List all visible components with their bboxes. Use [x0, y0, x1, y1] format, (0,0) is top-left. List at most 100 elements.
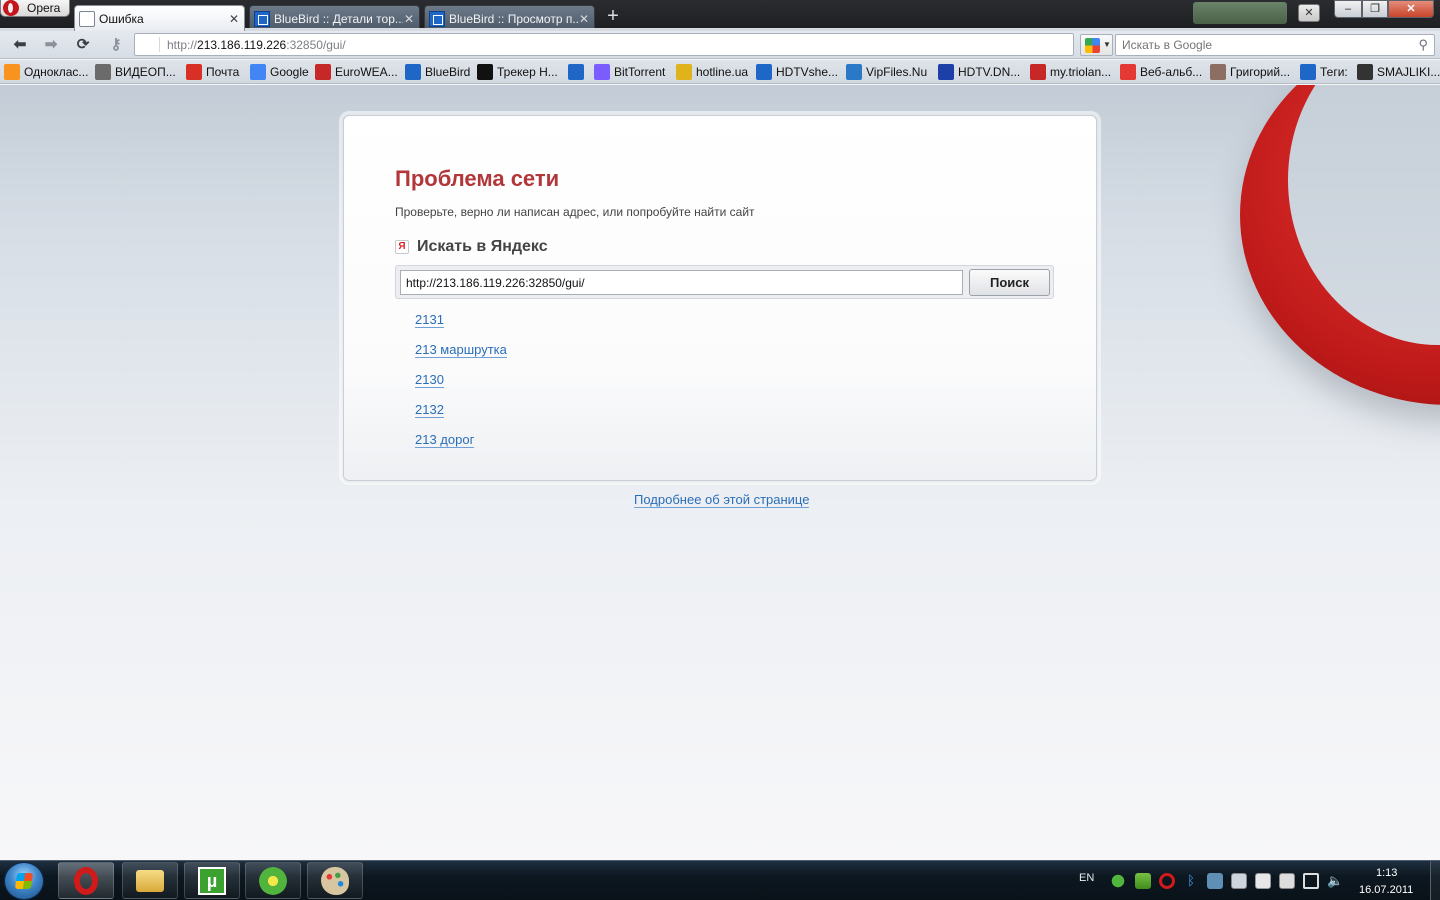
- taskbar-icq-button[interactable]: [245, 862, 301, 899]
- bookmark-item[interactable]: Google: [250, 64, 309, 80]
- bookmark-item[interactable]: hotline.ua: [676, 64, 748, 80]
- bookmark-item[interactable]: [568, 64, 588, 80]
- maximize-button[interactable]: ❐: [1362, 0, 1388, 18]
- icq-tray-icon[interactable]: [1110, 873, 1126, 889]
- tab-close-icon[interactable]: ✕: [228, 12, 240, 26]
- taskbar-explorer-button[interactable]: [122, 862, 178, 899]
- opera-tray-icon[interactable]: [1159, 873, 1175, 889]
- address-bar[interactable]: http://213.186.119.226:32850/gui/: [134, 33, 1074, 56]
- search-engine-selector[interactable]: ▼: [1080, 34, 1113, 56]
- opera-icon: [74, 866, 98, 895]
- picasa-icon: [1120, 64, 1136, 80]
- bookmark-item[interactable]: Григорий...: [1210, 64, 1290, 80]
- tab-close-icon[interactable]: ✕: [578, 12, 590, 26]
- site-info-icon[interactable]: [138, 37, 160, 52]
- tab-bluebird-view[interactable]: BlueBird :: Просмотр п... ✕: [424, 5, 595, 31]
- key-icon[interactable]: ⚷: [106, 36, 126, 54]
- bookmark-item[interactable]: SMAJLIKI....: [1357, 64, 1440, 80]
- bluetooth-icon[interactable]: ᛒ: [1183, 873, 1199, 889]
- tab-error[interactable]: Ошибка ✕: [74, 5, 245, 31]
- suggestion-list: 2131 213 маршрутка 2130 2132 213 дорог: [415, 312, 507, 462]
- bookmark-label: SMAJLIKI....: [1377, 65, 1440, 79]
- list-item: 2132: [415, 402, 507, 432]
- bookmark-item[interactable]: BlueBird: [405, 64, 470, 80]
- flag-icon[interactable]: [1255, 873, 1271, 889]
- bookmark-label: HDTV.DN...: [958, 65, 1021, 79]
- yandex-search-input[interactable]: [400, 270, 963, 295]
- clock-date[interactable]: 16.07.2011: [1359, 884, 1413, 896]
- language-indicator[interactable]: EN: [1079, 872, 1094, 884]
- bookmark-item[interactable]: HDTV.DN...: [938, 64, 1020, 80]
- page-icon: [79, 10, 95, 27]
- bookmark-item[interactable]: BitTorrent: [594, 64, 665, 80]
- tab-close-icon[interactable]: ✕: [403, 12, 415, 26]
- smile-icon: [1357, 64, 1373, 80]
- tab-label: BlueBird :: Детали тор...: [274, 11, 403, 26]
- hd-icon: [938, 64, 954, 80]
- opera-menu-label: Opera: [27, 1, 61, 15]
- suggestion-link[interactable]: 2132: [415, 402, 444, 418]
- bookmark-label: ВИДЕОП...: [115, 65, 176, 79]
- more-info-link[interactable]: Подробнее об этой странице: [634, 492, 810, 508]
- taskbar-opera-button[interactable]: [58, 862, 114, 899]
- volume-icon[interactable]: 🔈: [1327, 873, 1343, 889]
- search-input[interactable]: [1122, 35, 1402, 55]
- bookmark-item[interactable]: VipFiles.Nu: [846, 64, 927, 80]
- device-icon[interactable]: [1279, 873, 1295, 889]
- triolan-icon: [1030, 64, 1046, 80]
- opera-background-logo: [1240, 85, 1440, 405]
- show-desktop-button[interactable]: [1430, 861, 1440, 900]
- hotline-icon: [676, 64, 692, 80]
- security-tray-icon[interactable]: [1135, 873, 1151, 889]
- bookmark-item[interactable]: Веб-альб...: [1120, 64, 1202, 80]
- error-description: Проверьте, верно ли написан адрес, или п…: [395, 205, 755, 219]
- back-arrow-icon[interactable]: ⬅: [10, 36, 30, 54]
- suggestion-link[interactable]: 213 маршрутка: [415, 342, 507, 358]
- start-button[interactable]: [4, 862, 44, 900]
- search-box[interactable]: ⚲: [1115, 34, 1435, 56]
- opera-menu-button[interactable]: Opera: [0, 0, 70, 17]
- trash-icon[interactable]: ✕: [1298, 4, 1320, 22]
- bluebird-icon: [756, 64, 772, 80]
- close-button[interactable]: ✕: [1388, 0, 1434, 18]
- suggestion-link[interactable]: 213 дорог: [415, 432, 475, 448]
- taskbar-paint-button[interactable]: [307, 862, 363, 899]
- bluebird-icon: [429, 10, 445, 27]
- suggestion-link[interactable]: 2131: [415, 312, 444, 328]
- speed-dial-thumbnail[interactable]: [1193, 2, 1287, 24]
- bookmark-item[interactable]: my.triolan...: [1030, 64, 1111, 80]
- tab-bluebird-details[interactable]: BlueBird :: Детали тор... ✕: [249, 5, 420, 31]
- network-off-icon[interactable]: [1231, 873, 1247, 889]
- bookmark-item[interactable]: Одноклас...: [4, 64, 88, 80]
- clock-time[interactable]: 1:13: [1376, 867, 1397, 879]
- bluebird-icon: [1300, 64, 1316, 80]
- reload-icon[interactable]: ⟳: [73, 36, 93, 54]
- driver-tray-icon[interactable]: [1207, 873, 1223, 889]
- bookmark-label: Григорий...: [1230, 65, 1291, 79]
- opera-logo-icon: [3, 0, 19, 16]
- bookmark-label: Веб-альб...: [1140, 65, 1203, 79]
- bookmark-item[interactable]: Теги:: [1300, 64, 1348, 80]
- chevron-down-icon: ▼: [1103, 40, 1111, 49]
- bookmark-item[interactable]: HDTVshe...: [756, 64, 838, 80]
- monitor-icon[interactable]: [1303, 873, 1319, 889]
- bookmark-item[interactable]: ВИДЕОП...: [95, 64, 176, 80]
- tab-bar: Opera Ошибка ✕ BlueBird :: Детали тор...…: [0, 0, 1440, 31]
- bluebird-icon: [254, 10, 270, 27]
- bookmark-label: HDTVshe...: [776, 65, 839, 79]
- bookmark-item[interactable]: EuroWEA...: [315, 64, 398, 80]
- search-icon[interactable]: ⚲: [1418, 37, 1428, 53]
- forward-arrow-icon[interactable]: ➡: [41, 36, 61, 54]
- search-button[interactable]: Поиск: [969, 269, 1050, 296]
- suggestion-link[interactable]: 2130: [415, 372, 444, 388]
- euroweather-icon: [315, 64, 331, 80]
- bookmark-item[interactable]: Почта: [186, 64, 239, 80]
- minimize-button[interactable]: –: [1334, 0, 1362, 18]
- new-tab-button[interactable]: +: [603, 6, 623, 26]
- bookmark-item[interactable]: Трекер Н...: [477, 64, 558, 80]
- taskbar-utorrent-button[interactable]: µ: [184, 862, 240, 899]
- bookmark-label: Теги:: [1320, 65, 1348, 79]
- address-url[interactable]: http://213.186.119.226:32850/gui/: [167, 38, 346, 52]
- bookmark-label: Трекер Н...: [497, 65, 558, 79]
- bookmark-label: Google: [270, 65, 309, 79]
